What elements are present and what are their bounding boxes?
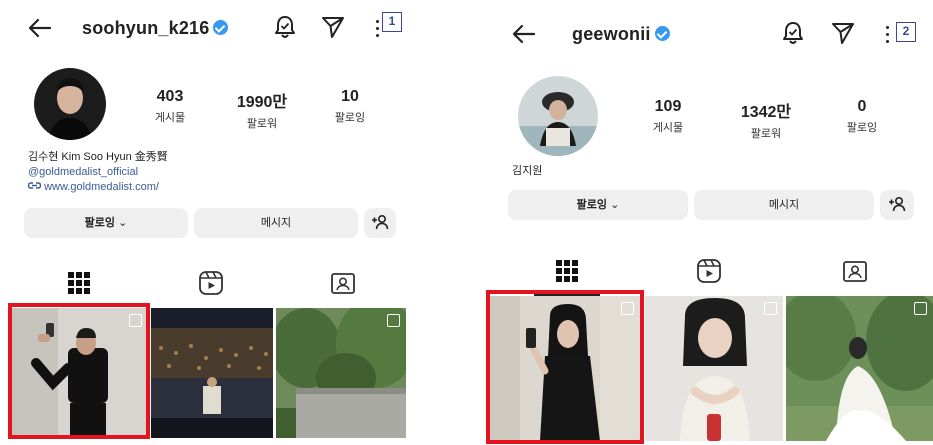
followers-count: 1990만 xyxy=(236,94,288,111)
bio-tag-link[interactable]: @goldmedalist_official xyxy=(28,165,168,180)
bell-icon[interactable] xyxy=(272,14,298,40)
username-text: geewonii xyxy=(572,24,651,44)
multi-photo-icon xyxy=(387,314,400,327)
profile-avatar[interactable] xyxy=(34,68,106,140)
highlight-box xyxy=(8,303,150,439)
add-person-icon xyxy=(889,196,906,212)
following-button-label: 팔로잉 xyxy=(576,199,608,211)
tagged-icon[interactable] xyxy=(330,270,356,296)
chevron-down-icon: ⌄ xyxy=(118,217,128,229)
username: geewonii xyxy=(572,24,670,45)
message-button-label: 메시지 xyxy=(260,217,292,229)
posts-label: 게시물 xyxy=(652,122,684,134)
following-button-label: 팔로잉 xyxy=(84,217,116,229)
username-text: soohyun_k216 xyxy=(82,18,210,38)
following-button[interactable]: 팔로잉 ⌄ xyxy=(508,190,688,220)
following-count: 10 xyxy=(341,88,359,105)
right-profile-panel: geewonii 2 109 게시물 1342만 팔로워 0 팔로잉 김지원 팔… xyxy=(478,0,933,445)
username: soohyun_k216 xyxy=(82,18,229,39)
grid-photo-3[interactable] xyxy=(276,308,406,438)
tagged-icon[interactable] xyxy=(842,258,868,284)
posts-label: 게시물 xyxy=(154,112,186,124)
menu-badge: 2 xyxy=(896,22,916,42)
followers-label: 팔로워 xyxy=(750,128,782,140)
website-text: www.goldmedalist.com/ xyxy=(44,181,159,193)
profile-header: soohyun_k216 1 xyxy=(0,8,440,48)
bio: 김수현 Kim Soo Hyun 金秀賢 @goldmedalist_offic… xyxy=(27,150,168,195)
posts-stat: 109 게시물 xyxy=(642,98,694,135)
following-button[interactable]: 팔로잉 ⌄ xyxy=(24,208,188,238)
following-stat[interactable]: 0 팔로잉 xyxy=(838,98,886,135)
posts-count: 109 xyxy=(654,98,682,115)
verified-badge-icon xyxy=(213,19,229,35)
reels-icon[interactable] xyxy=(198,270,224,296)
multi-photo-icon xyxy=(764,302,777,315)
left-profile-panel: soohyun_k216 1 403 게시물 1990만 팔로워 10 팔로잉 … xyxy=(0,0,440,445)
bell-icon[interactable] xyxy=(780,20,806,46)
link-icon xyxy=(27,182,42,189)
back-arrow-icon[interactable] xyxy=(510,20,538,48)
following-stat[interactable]: 10 팔로잉 xyxy=(324,88,376,125)
reels-icon[interactable] xyxy=(696,258,722,284)
following-label: 팔로잉 xyxy=(334,112,366,124)
followers-label: 팔로워 xyxy=(246,118,278,130)
send-icon[interactable] xyxy=(320,14,346,40)
posts-count: 403 xyxy=(156,88,184,105)
panel-divider xyxy=(456,0,457,445)
posts-stat: 403 게시물 xyxy=(140,88,200,125)
grid-photo-3[interactable] xyxy=(786,296,933,441)
send-icon[interactable] xyxy=(830,20,856,46)
following-label: 팔로잉 xyxy=(846,122,878,134)
back-arrow-icon[interactable] xyxy=(26,14,54,42)
followers-stat[interactable]: 1342만 팔로워 xyxy=(730,98,802,141)
more-menu-icon[interactable] xyxy=(376,20,380,42)
multi-photo-icon xyxy=(914,302,927,315)
verified-badge-icon xyxy=(654,25,670,41)
add-person-button[interactable] xyxy=(364,208,396,238)
bio-website[interactable]: www.goldmedalist.com/ xyxy=(27,180,168,195)
chevron-down-icon: ⌄ xyxy=(610,199,620,211)
highlight-box xyxy=(486,290,644,444)
more-menu-icon[interactable] xyxy=(886,26,890,48)
message-button[interactable]: 메시지 xyxy=(194,208,358,238)
message-button[interactable]: 메시지 xyxy=(694,190,874,220)
grid-icon[interactable] xyxy=(66,270,92,296)
add-person-button[interactable] xyxy=(880,190,914,220)
grid-photo-2[interactable] xyxy=(151,308,273,438)
bio: 김지원 xyxy=(512,164,542,179)
add-person-icon xyxy=(372,214,389,230)
grid-photo-2[interactable] xyxy=(645,296,783,441)
followers-count: 1342만 xyxy=(740,104,792,121)
grid-icon[interactable] xyxy=(554,258,580,284)
profile-avatar[interactable] xyxy=(518,76,598,156)
bio-name: 김지원 xyxy=(512,165,543,177)
followers-stat[interactable]: 1990만 팔로워 xyxy=(226,88,298,131)
bio-name: 김수현 Kim Soo Hyun 金秀賢 xyxy=(28,151,168,163)
menu-badge: 1 xyxy=(382,12,402,32)
message-button-label: 메시지 xyxy=(768,199,800,211)
profile-header: geewonii 2 xyxy=(478,14,933,54)
following-count: 0 xyxy=(857,98,867,115)
